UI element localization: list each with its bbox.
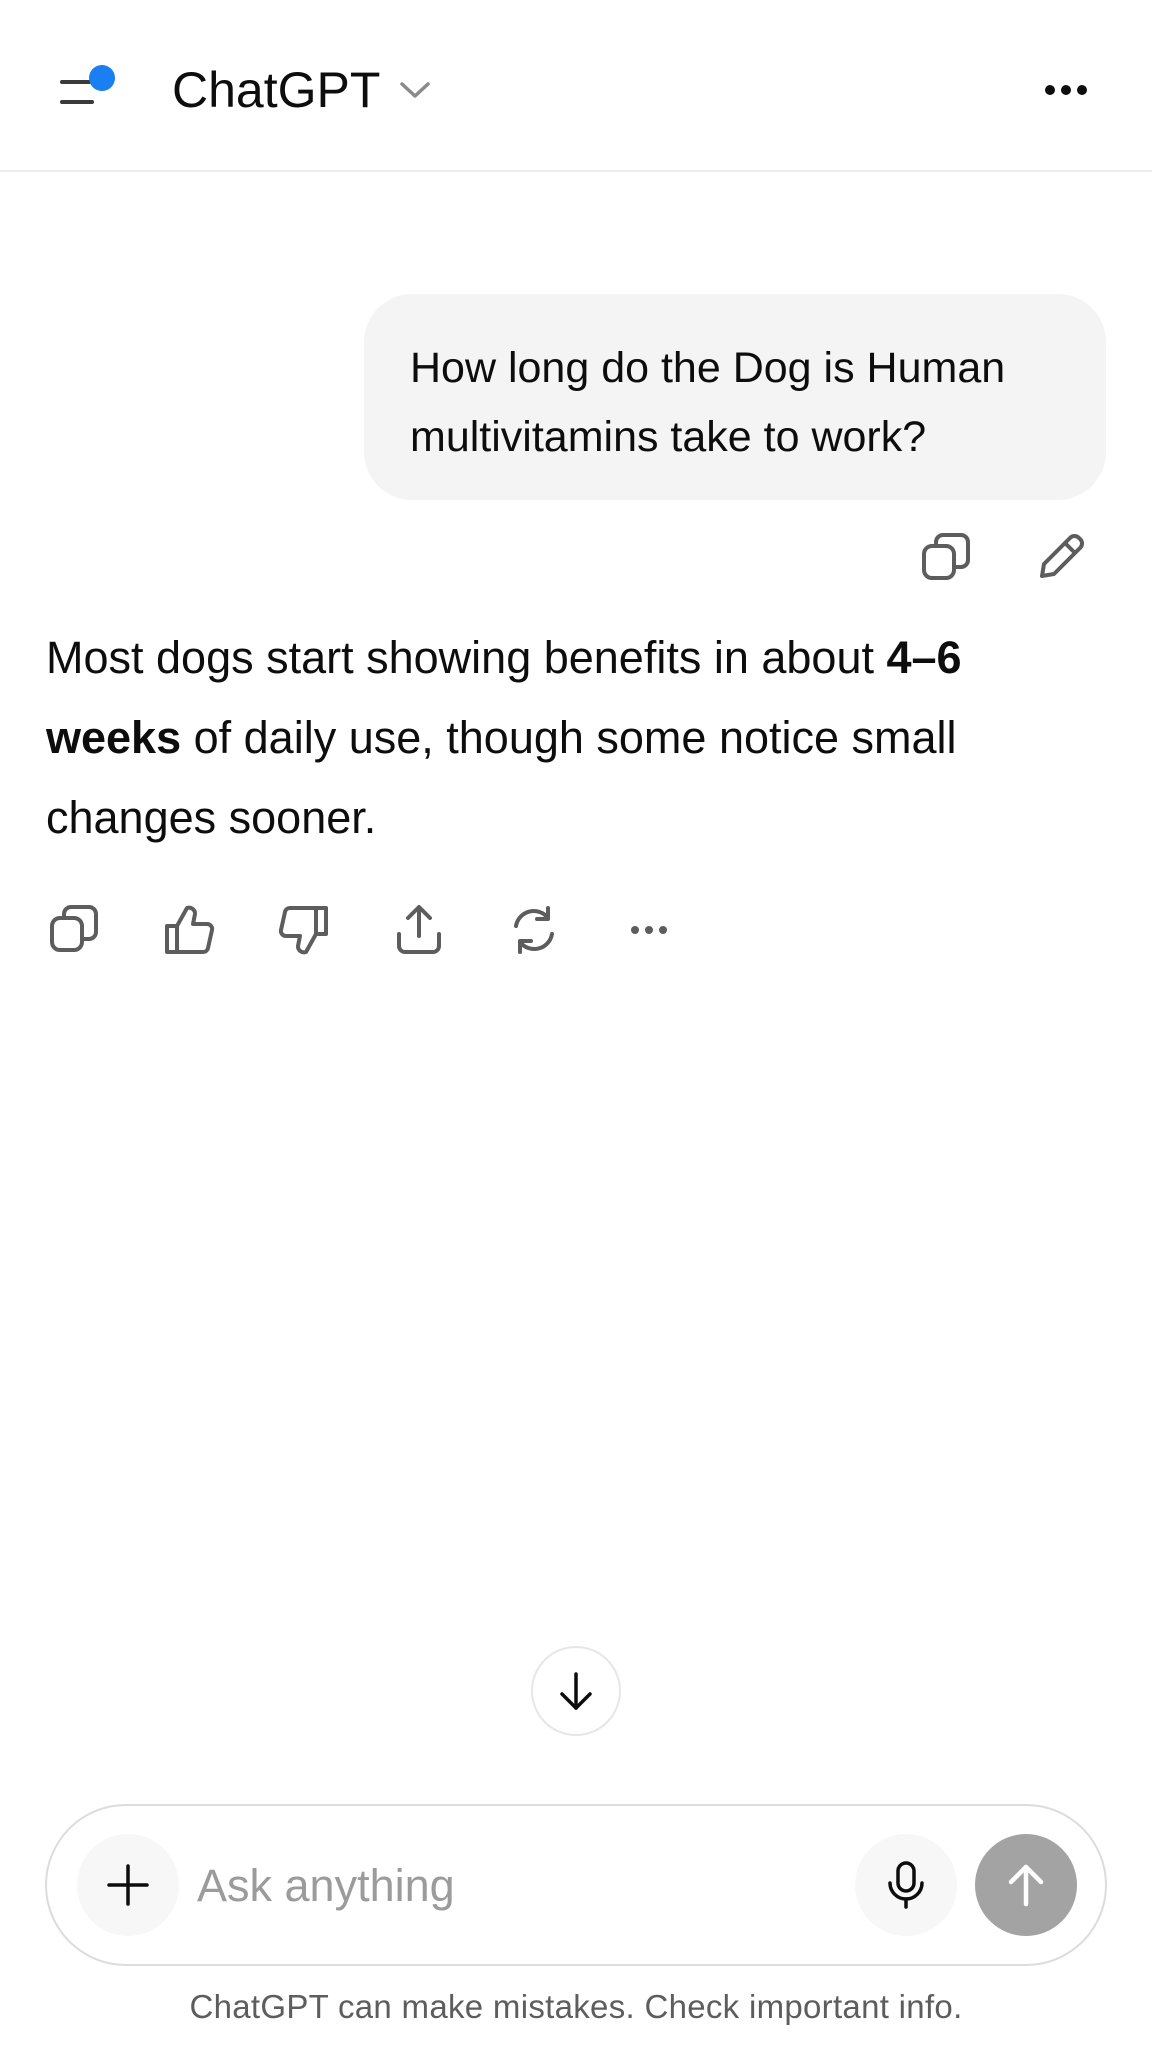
composer: [45, 1804, 1107, 1966]
message-input[interactable]: [197, 1844, 837, 1928]
scroll-to-bottom-button[interactable]: [531, 1646, 621, 1736]
regenerate-button[interactable]: [504, 900, 564, 960]
arrow-up-icon: [1008, 1864, 1044, 1907]
send-button[interactable]: [975, 1834, 1077, 1936]
user-message-line: How long do the Dog is Human: [410, 344, 1006, 392]
header-more-button[interactable]: [1040, 70, 1092, 110]
regenerate-icon: [514, 906, 554, 954]
notification-dot: [89, 65, 115, 91]
edit-message-button[interactable]: [1030, 528, 1090, 588]
good-response-button[interactable]: [159, 900, 219, 960]
chevron-down-icon: [400, 82, 431, 98]
attach-button[interactable]: [77, 1834, 179, 1936]
user-message-line: multivitamins take to work?: [410, 413, 927, 461]
disclaimer-text: ChatGPT can make mistakes. Check importa…: [189, 1988, 963, 2025]
assistant-message: Most dogs start showing benefits in abou…: [46, 618, 1106, 858]
thumbs-down-icon: [278, 906, 328, 955]
assistant-text: Most dogs start showing benefits in abou…: [46, 632, 887, 683]
chat-app: ChatGPT How long do the Dog is Human mul…: [0, 0, 1152, 2048]
app-title: ChatGPT: [172, 62, 381, 118]
copy-message-button[interactable]: [916, 528, 976, 588]
sidebar-menu-icon: [60, 65, 115, 104]
share-button[interactable]: [389, 900, 449, 960]
response-more-button[interactable]: [619, 900, 679, 960]
edit-pencil-icon: [1040, 534, 1084, 578]
arrow-down-icon: [560, 1672, 592, 1710]
model-selector[interactable]: ChatGPT: [172, 58, 432, 122]
user-message-bubble: How long do the Dog is Human multivitami…: [364, 294, 1106, 500]
copy-icon: [50, 905, 98, 952]
more-horizontal-icon: [1045, 85, 1087, 95]
copy-response-button[interactable]: [44, 900, 104, 960]
sidebar-menu-button[interactable]: [52, 58, 124, 122]
bad-response-button[interactable]: [274, 900, 334, 960]
assistant-text: of daily use, though some notice small c…: [46, 712, 957, 843]
share-icon: [397, 905, 441, 954]
plus-icon: [107, 1864, 149, 1906]
copy-icon: [922, 533, 970, 580]
microphone-icon: [888, 1861, 924, 1909]
top-bar: ChatGPT: [0, 0, 1152, 172]
thumbs-up-icon: [165, 905, 215, 954]
more-horizontal-icon: [631, 926, 667, 934]
dictate-button[interactable]: [855, 1834, 957, 1936]
